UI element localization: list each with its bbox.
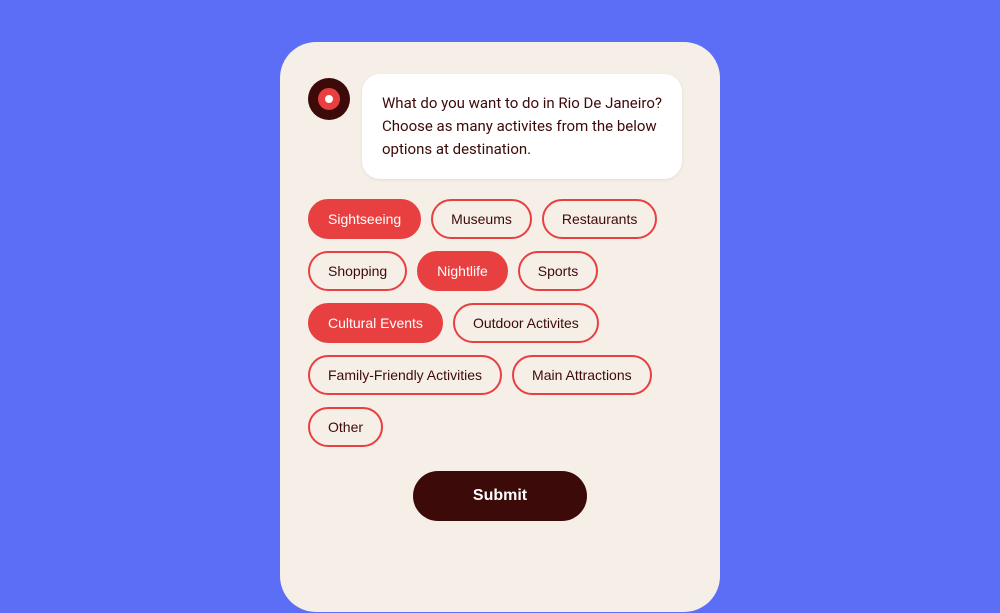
options-row-2: Shopping Nightlife Sports (308, 251, 692, 291)
chip-cultural-events[interactable]: Cultural Events (308, 303, 443, 343)
options-row-3: Cultural Events Outdoor Activites (308, 303, 692, 343)
chip-outdoor-activites[interactable]: Outdoor Activites (453, 303, 599, 343)
phone-container: What do you want to do in Rio De Janeiro… (280, 42, 720, 612)
avatar-icon (315, 85, 343, 113)
message-text: What do you want to do in Rio De Janeiro… (382, 92, 662, 162)
chip-shopping[interactable]: Shopping (308, 251, 407, 291)
submit-button[interactable]: Submit (413, 471, 587, 521)
chip-museums[interactable]: Museums (431, 199, 532, 239)
chip-restaurants[interactable]: Restaurants (542, 199, 657, 239)
chip-sightseeing[interactable]: Sightseeing (308, 199, 421, 239)
options-area: Sightseeing Museums Restaurants Shopping… (308, 199, 692, 447)
chat-area: What do you want to do in Rio De Janeiro… (308, 74, 692, 180)
chip-main-attractions[interactable]: Main Attractions (512, 355, 652, 395)
chip-family-friendly[interactable]: Family-Friendly Activities (308, 355, 502, 395)
avatar (308, 78, 350, 120)
message-bubble: What do you want to do in Rio De Janeiro… (362, 74, 682, 180)
options-row-1: Sightseeing Museums Restaurants (308, 199, 692, 239)
chip-nightlife[interactable]: Nightlife (417, 251, 508, 291)
options-row-4: Family-Friendly Activities Main Attracti… (308, 355, 692, 395)
chip-other[interactable]: Other (308, 407, 383, 447)
options-row-5: Other (308, 407, 692, 447)
chip-sports[interactable]: Sports (518, 251, 598, 291)
